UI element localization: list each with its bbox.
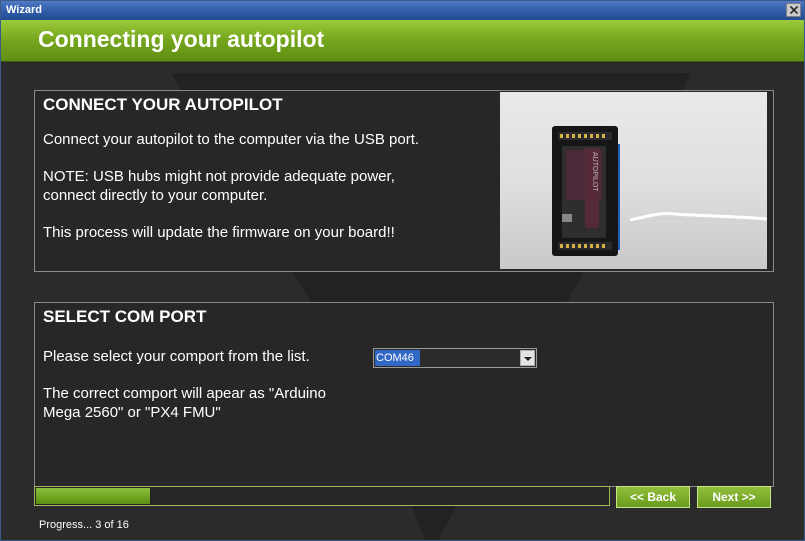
connect-autopilot-panel: CONNECT YOUR AUTOPILOT Connect your auto… xyxy=(34,90,774,272)
progress-bar xyxy=(34,486,610,506)
back-button[interactable]: << Back xyxy=(616,486,690,508)
close-button[interactable] xyxy=(786,3,801,17)
connect-panel-title: CONNECT YOUR AUTOPILOT xyxy=(43,95,283,114)
progress-status-text: Progress... 3 of 16 xyxy=(39,519,129,531)
close-icon xyxy=(790,6,798,14)
comport-selected-value: COM46 xyxy=(375,350,420,366)
wizard-content: CONNECT YOUR AUTOPILOT Connect your auto… xyxy=(1,63,804,540)
wizard-window: Wizard Connecting your autopilot CONNECT… xyxy=(0,0,805,541)
comport-prompt: Please select your comport from the list… xyxy=(43,348,310,365)
chevron-down-icon xyxy=(524,357,532,361)
connect-instruction: Connect your autopilot to the computer v… xyxy=(43,131,420,148)
comport-panel-title: SELECT COM PORT xyxy=(43,307,207,326)
page-title: Connecting your autopilot xyxy=(38,26,325,52)
board-label: AUTOPILOT xyxy=(591,152,598,192)
autopilot-board-illustration: AUTOPILOT xyxy=(552,126,767,256)
comport-select[interactable]: COM46 xyxy=(373,348,537,368)
next-button[interactable]: Next >> xyxy=(697,486,771,508)
wizard-header: Connecting your autopilot xyxy=(1,20,804,62)
comport-hint-line1: The correct comport will apear as "Ardui… xyxy=(43,385,326,402)
autopilot-photo: AUTOPILOT xyxy=(500,92,767,269)
firmware-update-warning: This process will update the firmware on… xyxy=(43,224,395,241)
dropdown-arrow-button[interactable] xyxy=(520,350,535,366)
select-comport-panel: SELECT COM PORT Please select your compo… xyxy=(34,302,774,487)
title-bar: Wizard xyxy=(1,1,804,20)
usb-hub-note-line2: connect directly to your computer. xyxy=(43,187,268,204)
progress-bar-fill xyxy=(36,488,150,504)
comport-hint-line2: Mega 2560" or "PX4 FMU" xyxy=(43,404,221,421)
usb-hub-note-line1: NOTE: USB hubs might not provide adequat… xyxy=(43,168,395,185)
window-title: Wizard xyxy=(6,4,42,16)
